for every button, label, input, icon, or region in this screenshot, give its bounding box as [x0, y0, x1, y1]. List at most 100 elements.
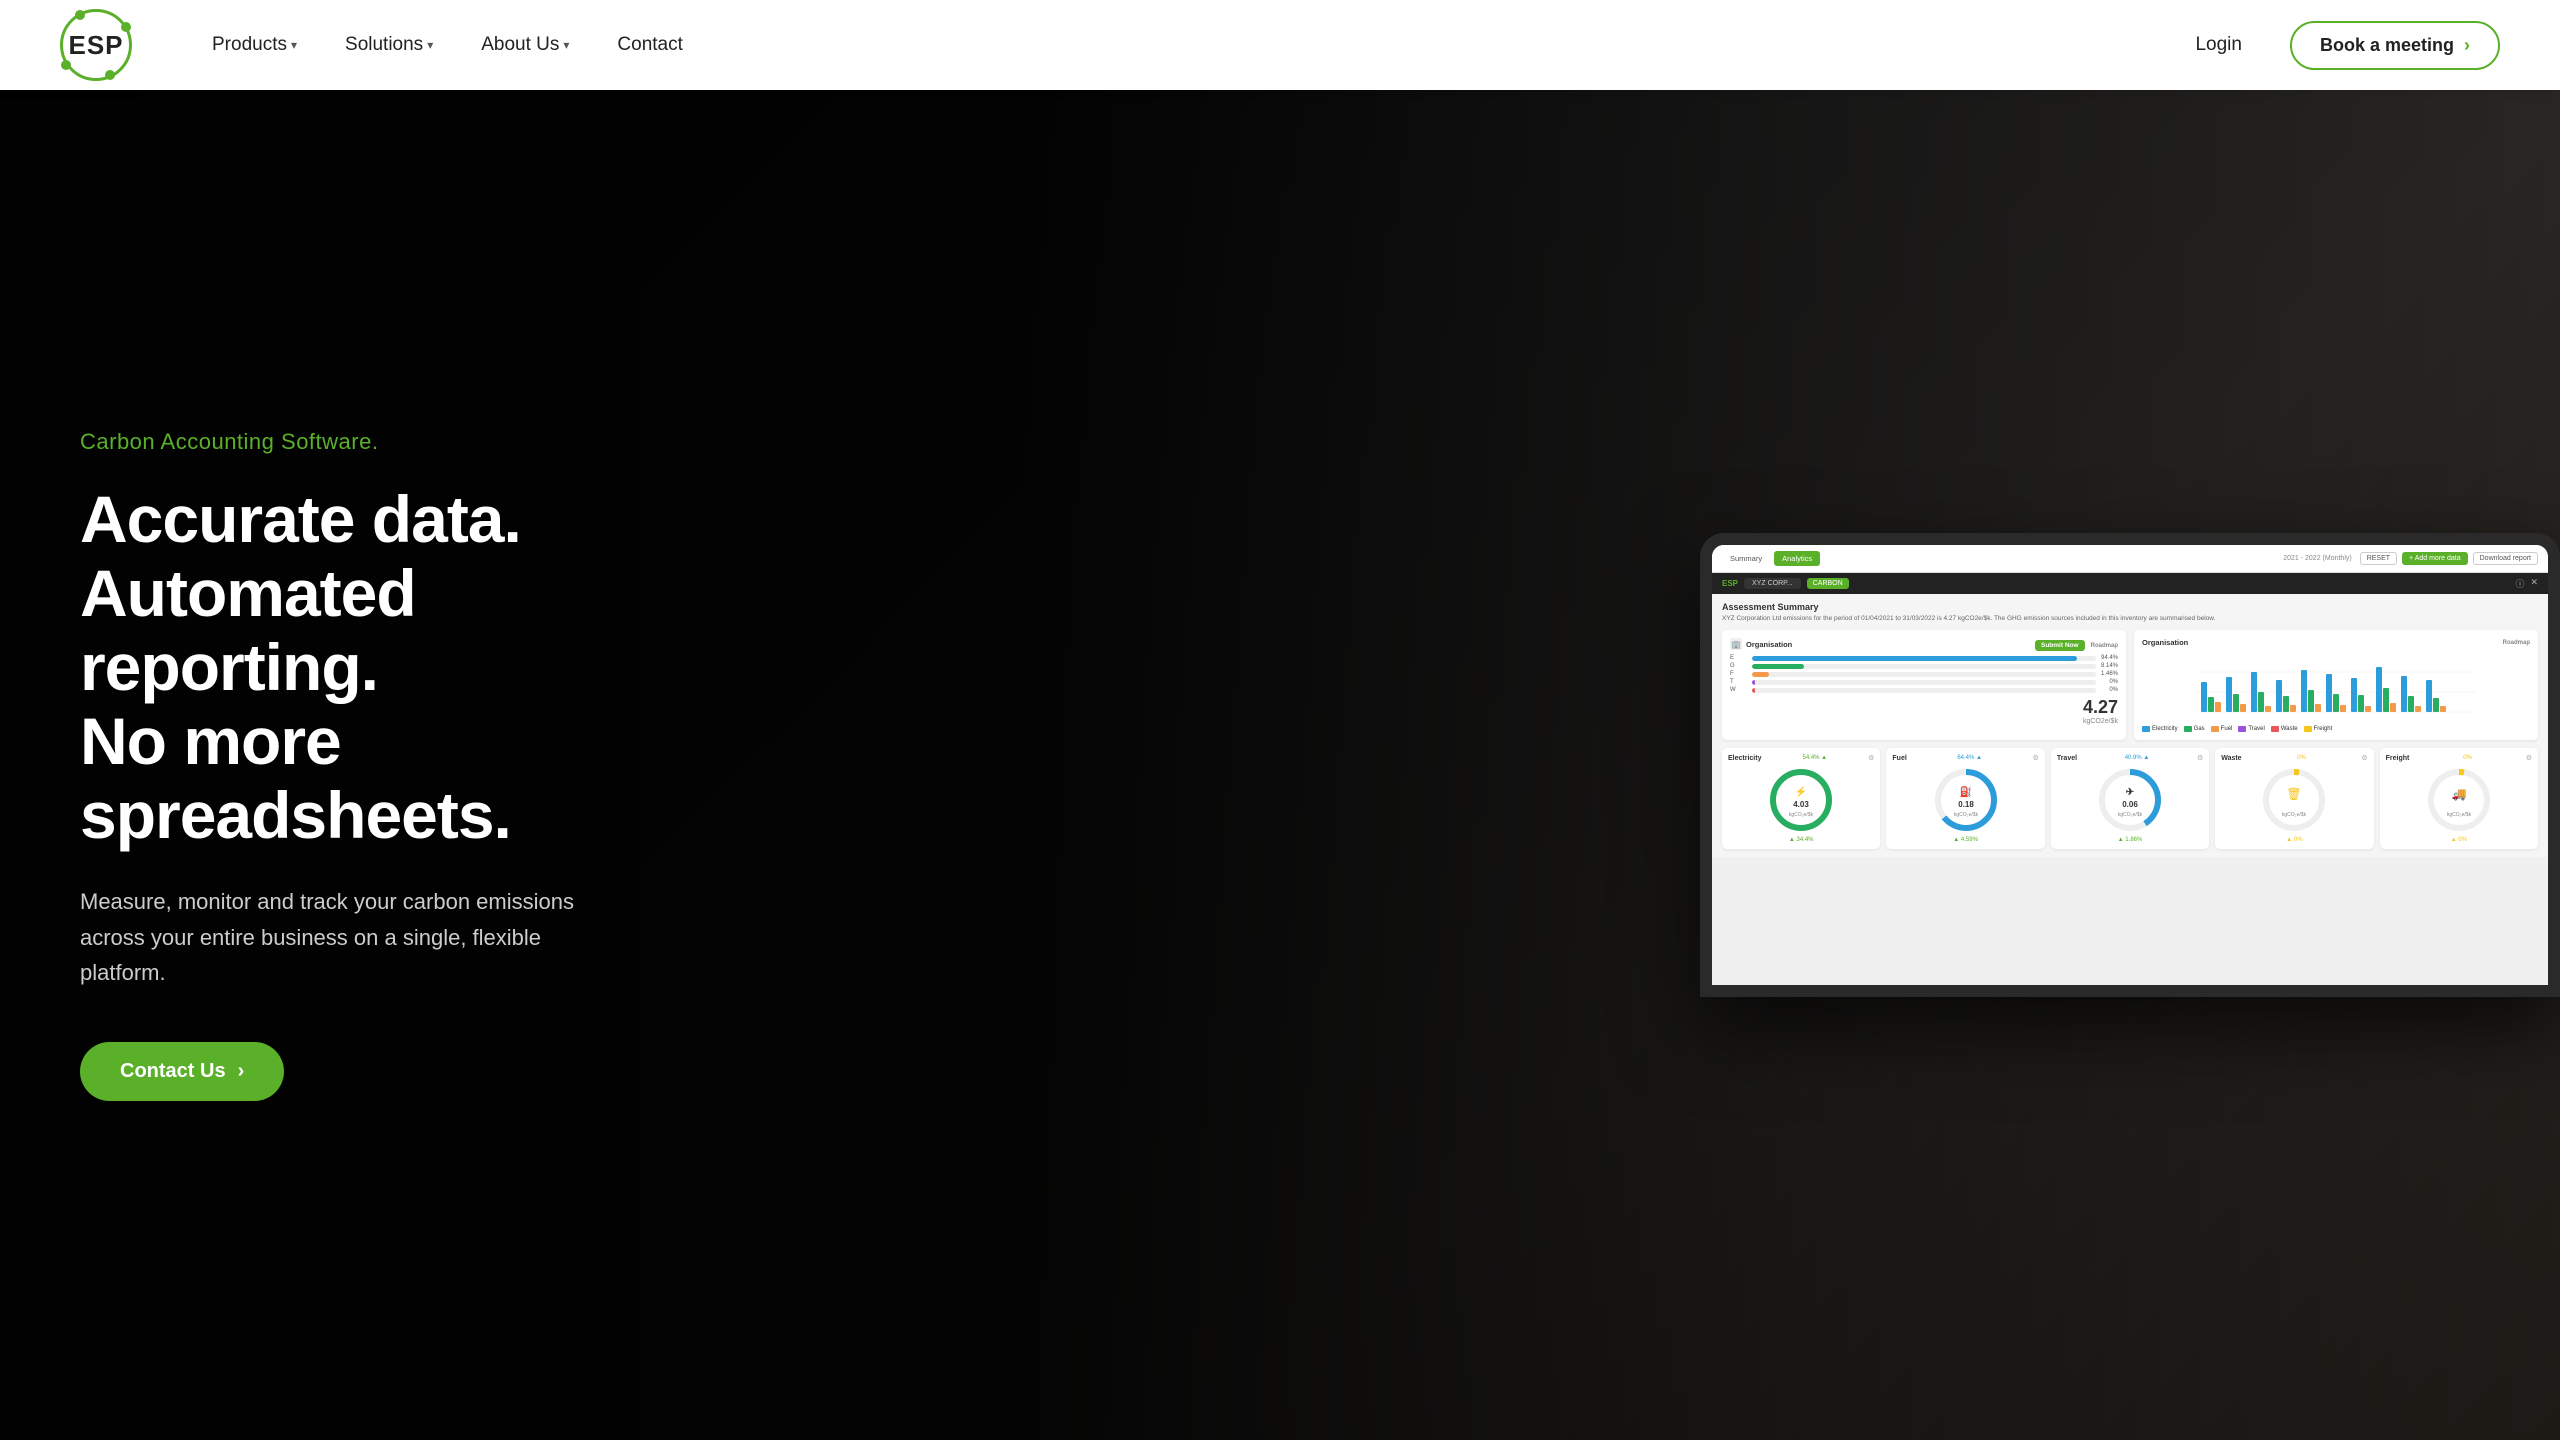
dashboard-main-grid: 🏢 Organisation Submit Now Roadmap	[1722, 630, 2538, 740]
nav-link-about[interactable]: About Us ▾	[481, 34, 569, 56]
nav-item-about[interactable]: About Us ▾	[481, 34, 569, 56]
bar-chart-card: Organisation Roadmap	[2134, 630, 2538, 740]
bar-row-gas: G 8.14%	[1730, 663, 2118, 669]
logo-text: ESP	[68, 30, 123, 61]
gauge-waste-bottom: ▲ 0%	[2286, 837, 2302, 843]
org-icon: 🏢	[1730, 638, 1742, 650]
dashboard-brand: ESP	[1722, 579, 1738, 588]
total-unit: kgCO2e/$k	[1730, 718, 2118, 725]
dashboard-body: Assessment Summary XYZ Corporation Ltd e…	[1712, 594, 2548, 857]
svg-text:kgCO₂e/$k: kgCO₂e/$k	[2282, 812, 2307, 818]
logo-circle: ESP	[60, 9, 132, 81]
arrow-right-icon: ›	[2464, 35, 2470, 56]
nav-link-solutions[interactable]: Solutions ▾	[345, 34, 433, 56]
gauge-fuel: Fuel 64.4% ▲ ⚙ ⛽ 0.18 kgCO₂e/$k	[1886, 748, 2044, 849]
gauge-electricity-pct: 54.4% ▲	[1802, 755, 1827, 761]
roadmap-label: Roadmap	[2091, 643, 2118, 649]
svg-text:🚚: 🚚	[2451, 787, 2466, 801]
svg-text:kgCO₂e/$k: kgCO₂e/$k	[1954, 812, 1979, 818]
svg-text:kgCO₂e/$k: kgCO₂e/$k	[1789, 812, 1814, 818]
monitor-wrap: Summary Analytics 2021 - 2022 (Monthly) …	[839, 90, 2560, 1440]
dashboard-tab-summary[interactable]: Summary	[1722, 551, 1770, 566]
nav-link-products[interactable]: Products ▾	[212, 34, 297, 56]
nav-link-contact[interactable]: Contact	[617, 34, 682, 56]
legend-waste: Waste	[2271, 726, 2298, 732]
dashboard-tab-analytics[interactable]: Analytics	[1774, 551, 1820, 566]
gauge-electricity-title: Electricity	[1728, 755, 1761, 762]
reset-button[interactable]: RESET	[2360, 552, 2397, 565]
chevron-down-icon: ▾	[427, 38, 433, 52]
svg-text:⛽: ⛽	[1959, 785, 1971, 798]
gauge-freight-settings[interactable]: ⚙	[2526, 754, 2532, 762]
monitor: Summary Analytics 2021 - 2022 (Monthly) …	[1700, 533, 2560, 997]
legend-travel: Travel	[2238, 726, 2264, 732]
bar-row-travel: T 0%	[1730, 679, 2118, 685]
bar-row-electricity: E 94.4%	[1730, 655, 2118, 661]
hero-section: Carbon Accounting Software. Accurate dat…	[0, 0, 2560, 1440]
submit-now-button[interactable]: Submit Now	[2035, 640, 2085, 651]
gauge-electricity-settings[interactable]: ⚙	[1868, 754, 1874, 762]
gauge-fuel-pct: 64.4% ▲	[1957, 755, 1982, 761]
nav-right: Login Book a meeting ›	[2195, 21, 2500, 70]
bar-row-waste: W 0%	[1730, 687, 2118, 693]
dashboard-period: 2021 - 2022 (Monthly)	[2283, 555, 2351, 562]
add-data-button[interactable]: + Add more data	[2402, 552, 2468, 565]
chevron-down-icon: ▾	[563, 38, 569, 52]
dashboard: Summary Analytics 2021 - 2022 (Monthly) …	[1712, 545, 2548, 857]
nav-item-products[interactable]: Products ▾	[212, 34, 297, 56]
assessment-desc: XYZ Corporation Ltd emissions for the pe…	[1722, 615, 2538, 622]
legend-freight: Freight	[2304, 726, 2333, 732]
org-label: Organisation	[1746, 640, 1792, 649]
close-icon[interactable]: ✕	[2530, 577, 2538, 590]
chevron-down-icon: ▾	[291, 38, 297, 52]
gauge-travel-svg: ✈ 0.06 kgCO₂e/$k	[2095, 765, 2165, 835]
dashboard-actions: RESET + Add more data Download report	[2360, 552, 2538, 565]
logo[interactable]: ESP	[60, 9, 132, 81]
hero-title: Accurate data. Automated reporting. No m…	[80, 483, 620, 853]
gauge-freight-svg: 🚚 kgCO₂e/$k	[2424, 765, 2494, 835]
svg-text:⚡: ⚡	[1795, 785, 1807, 798]
gauge-fuel-title: Fuel	[1892, 755, 1906, 762]
gauge-fuel-bottom: ▲ 4.59%	[1953, 837, 1978, 843]
dashboard-topbar: Summary Analytics 2021 - 2022 (Monthly) …	[1712, 545, 2548, 573]
legend-fuel: Fuel	[2211, 726, 2233, 732]
gauge-freight-bottom: ▲ 0%	[2451, 837, 2467, 843]
hero-content: Carbon Accounting Software. Accurate dat…	[0, 369, 700, 1161]
carbon-badge: CARBON	[1807, 578, 1849, 589]
hero-subtitle: Carbon Accounting Software.	[80, 429, 620, 455]
nav-links: Products ▾ Solutions ▾ About Us ▾ Contac…	[212, 34, 2195, 56]
gauge-freight-pct: 0%	[2463, 755, 2472, 761]
chart-legend: Electricity Gas Fuel Travel Waste Freigh…	[2142, 726, 2530, 732]
dashboard-icons: ⓘ ✕	[2515, 577, 2538, 590]
bar-chart-svg	[2142, 652, 2530, 722]
dashboard-tabs: Summary Analytics	[1722, 551, 1820, 566]
arrow-right-icon: ›	[238, 1060, 245, 1083]
gauge-waste-pct: 0%	[2297, 755, 2306, 761]
dashboard-subbar: ESP XYZ CORP... CARBON ⓘ ✕	[1712, 573, 2548, 594]
download-report-button[interactable]: Download report	[2473, 552, 2538, 565]
contact-us-button[interactable]: Contact Us ›	[80, 1042, 284, 1101]
bar-row-fuel: F 1.46%	[1730, 671, 2118, 677]
book-meeting-button[interactable]: Book a meeting ›	[2290, 21, 2500, 70]
total-value: 4.27	[1730, 697, 2118, 718]
org-dropdown[interactable]: XYZ CORP...	[1744, 578, 1801, 589]
gauge-travel-settings[interactable]: ⚙	[2197, 754, 2203, 762]
gauge-electricity-bottom: ▲ 34.4%	[1789, 837, 1814, 843]
nav-item-solutions[interactable]: Solutions ▾	[345, 34, 433, 56]
svg-text:kgCO₂e/$k: kgCO₂e/$k	[2447, 812, 2472, 818]
legend-electricity: Electricity	[2142, 726, 2178, 732]
monitor-screen: Summary Analytics 2021 - 2022 (Monthly) …	[1712, 545, 2548, 985]
gauge-waste-svg: 🗑 kgCO₂e/$k	[2259, 765, 2329, 835]
svg-text:4.03: 4.03	[1793, 800, 1809, 809]
nav-item-contact[interactable]: Contact	[617, 34, 682, 56]
assessment-title: Assessment Summary	[1722, 602, 2538, 612]
chart-subtitle: Roadmap	[2503, 640, 2530, 646]
svg-text:🗑: 🗑	[2287, 787, 2302, 801]
svg-text:0.06: 0.06	[2122, 800, 2138, 809]
gauge-travel-pct: 40.9% ▲	[2125, 755, 2150, 761]
gauge-fuel-settings[interactable]: ⚙	[2033, 754, 2039, 762]
login-link[interactable]: Login	[2195, 34, 2242, 56]
legend-gas: Gas	[2184, 726, 2205, 732]
gauge-fuel-svg: ⛽ 0.18 kgCO₂e/$k	[1931, 765, 2001, 835]
gauge-waste-settings[interactable]: ⚙	[2361, 754, 2367, 762]
